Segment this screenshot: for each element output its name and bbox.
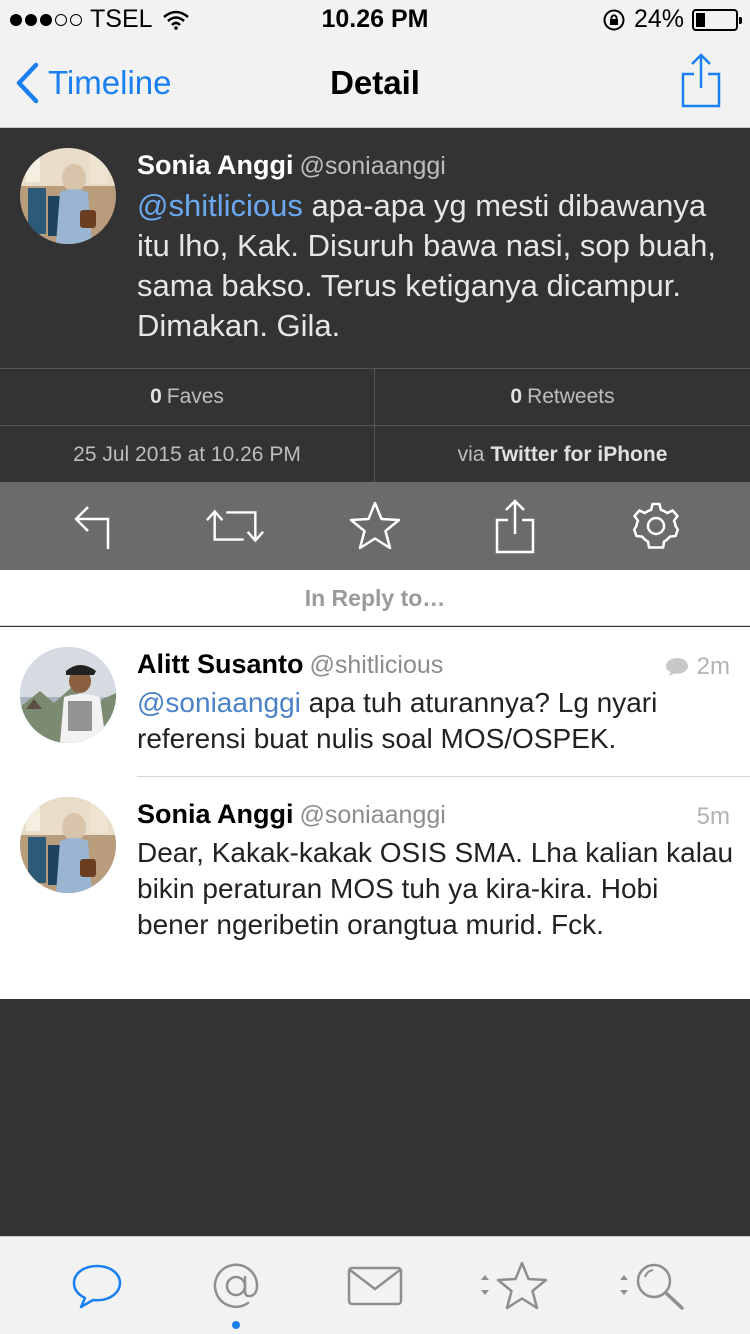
navigation-bar: Timeline Detail	[0, 40, 750, 128]
list-item[interactable]: Sonia Anggi @soniaanggi 5m Dear, Kakak-ka…	[0, 777, 750, 999]
author-handle: @soniaanggi	[299, 152, 446, 180]
main-tweet: Sonia Anggi @soniaanggi @shitlicious apa-…	[0, 128, 750, 368]
battery-level	[696, 12, 706, 27]
orientation-lock-icon	[603, 9, 625, 30]
author-name[interactable]: Sonia Anggi	[137, 150, 294, 180]
mention-link[interactable]: @shitlicious	[137, 188, 303, 223]
battery-percent: 24%	[633, 5, 684, 33]
status-bar: TSEL 10.26 PM 24%	[0, 0, 750, 40]
reply-meta: 5m	[697, 803, 730, 831]
gear-icon	[632, 502, 679, 549]
unread-indicator	[232, 1320, 241, 1329]
status-right: 24%	[602, 5, 742, 34]
avatar[interactable]	[20, 647, 116, 743]
favorite-button[interactable]	[345, 496, 405, 556]
favorites-star-icon	[480, 1261, 548, 1309]
author-handle: @shitlicious	[309, 651, 444, 679]
star-icon	[349, 501, 401, 550]
page-title: Detail	[330, 64, 420, 101]
author-name[interactable]: Sonia Anggi	[137, 799, 294, 829]
tab-timeline[interactable]	[57, 1251, 137, 1321]
battery-icon	[692, 8, 742, 31]
share-icon	[496, 499, 535, 554]
share-button[interactable]	[680, 52, 722, 113]
tab-favorites[interactable]	[474, 1251, 554, 1321]
list-item[interactable]: Alitt Susanto @shitlicious 2m @soniaanggi…	[0, 627, 750, 777]
faves-stat[interactable]: 0 Faves	[0, 369, 375, 426]
share-icon	[681, 53, 721, 108]
avatar[interactable]	[20, 797, 116, 893]
reply-author: Sonia Anggi @soniaanggi	[137, 799, 446, 830]
reply-text: Dear, Kakak-kakak OSIS SMA. Lha kalian k…	[137, 837, 734, 940]
reply-text: @soniaanggi apa tuh aturannya? Lg nyari …	[137, 685, 737, 757]
author-handle: @soniaanggi	[299, 801, 446, 829]
tab-bar	[0, 1236, 750, 1334]
retweets-stat[interactable]: 0 Retweets	[375, 369, 750, 426]
messages-envelope-icon	[347, 1266, 403, 1305]
settings-button[interactable]	[626, 496, 686, 556]
retweet-icon	[205, 509, 264, 543]
faves-count: 0	[150, 385, 162, 408]
tab-search[interactable]	[613, 1251, 693, 1321]
reply-meta: 2m	[665, 653, 730, 681]
retweets-count: 0	[510, 385, 523, 408]
retweets-label: Retweets	[527, 385, 615, 408]
retweet-button[interactable]	[205, 496, 265, 556]
reply-time: 2m	[696, 653, 730, 680]
avatar[interactable]	[20, 148, 116, 244]
tweet-action-bar	[0, 482, 750, 570]
reply-icon	[74, 506, 110, 549]
mention-link[interactable]: @soniaanggi	[137, 687, 301, 718]
share-tweet-button[interactable]	[485, 496, 545, 556]
mentions-at-icon	[213, 1263, 259, 1308]
tweet-source[interactable]: via Twitter for iPhone	[375, 426, 750, 483]
search-icon	[619, 1263, 684, 1310]
reply-author: Alitt Susanto @shitlicious	[137, 649, 443, 680]
conversation-icon	[665, 658, 688, 676]
via-prefix: via	[457, 442, 485, 466]
timeline-bubble-icon	[73, 1264, 122, 1308]
tweet-date: 25 Jul 2015 at 10.26 PM	[0, 426, 375, 483]
via-app: Twitter for iPhone	[490, 442, 668, 466]
faves-label: Faves	[166, 385, 224, 408]
tab-mentions[interactable]	[196, 1251, 276, 1329]
tweet-stats: 0 Faves 0 Retweets 25 Jul 2015 at 10.26 PM…	[0, 368, 750, 483]
author-name[interactable]: Alitt Susanto	[137, 649, 304, 679]
in-reply-to-header[interactable]: In Reply to…	[0, 570, 750, 626]
reply-time: 5m	[696, 803, 730, 830]
tab-messages[interactable]	[335, 1251, 415, 1321]
tweet-text: @shitlicious apa-apa yg mesti dibawanya …	[137, 186, 737, 346]
tweet-author: Sonia Anggi @soniaanggi	[137, 150, 446, 181]
reply-button[interactable]	[64, 496, 124, 556]
